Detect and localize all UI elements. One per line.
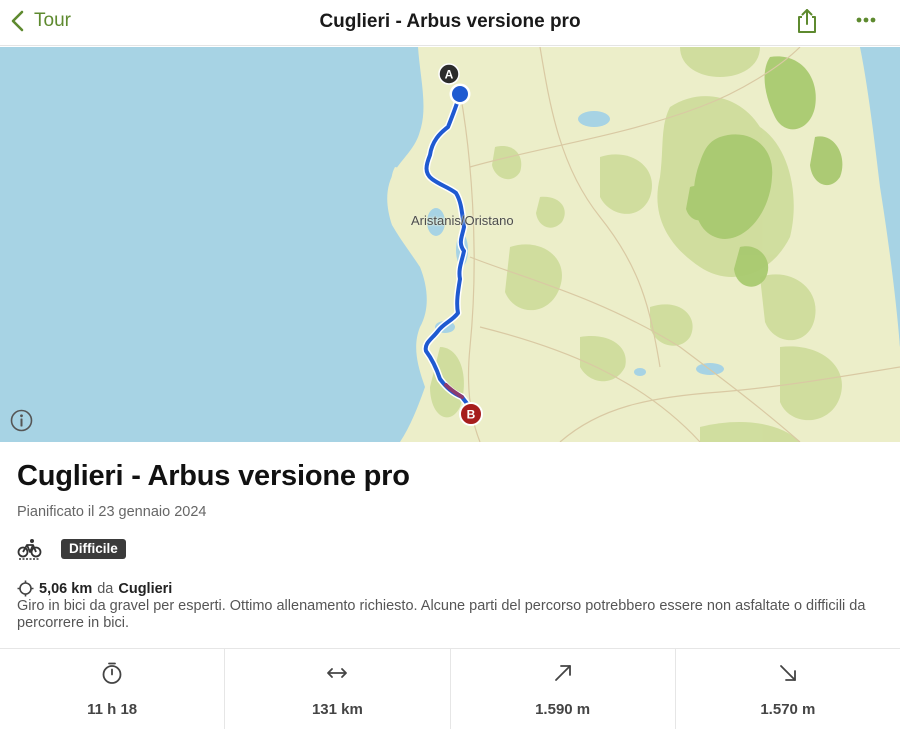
stat-ascent: 1.590 m: [451, 649, 676, 729]
stat-duration: 11 h 18: [0, 649, 226, 729]
arrow-down-right-icon: [779, 665, 796, 681]
route-description: Giro in bici da gravel per esperti. Otti…: [17, 598, 866, 631]
stat-distance: 131 km: [225, 649, 451, 729]
horizontal-arrows-icon: [327, 668, 348, 678]
navigation-bar: Tour Cuglieri - Arbus versione pro: [0, 0, 900, 46]
page-title: Cuglieri - Arbus versione pro: [319, 11, 581, 32]
planned-date: Pianificato il 23 gennaio 2024: [17, 504, 207, 520]
start-marker[interactable]: A: [438, 63, 474, 111]
distance-from-start: 5,06 km da Cuglieri: [17, 580, 172, 597]
stats-bar: 11 h 18 131 km 1.590 m 1.570 m: [0, 648, 900, 729]
distance-value: 5,06 km: [39, 580, 93, 597]
distance-place: Cuglieri: [118, 580, 173, 597]
route-map[interactable]: A B Aristanis/Oristano: [0, 47, 900, 442]
stopwatch-icon: [102, 662, 122, 684]
stat-duration-value: 11 h 18: [87, 701, 138, 718]
difficulty-badge: Difficile: [61, 539, 126, 559]
info-icon[interactable]: [10, 409, 33, 432]
stat-distance-value: 131 km: [311, 701, 363, 718]
location-crosshair-icon: [17, 580, 34, 597]
stat-ascent-value: 1.590 m: [535, 701, 591, 718]
end-marker[interactable]: B: [458, 401, 484, 427]
more-options-icon[interactable]: [850, 9, 882, 31]
route-title: Cuglieri - Arbus versione pro: [17, 460, 410, 492]
stat-descent-value: 1.570 m: [760, 701, 816, 718]
bicycle-icon: [17, 539, 42, 560]
arrow-up-right-icon: [554, 665, 571, 681]
end-marker-label: B: [467, 408, 476, 422]
distance-preposition: da: [97, 580, 114, 597]
stat-descent: 1.570 m: [676, 649, 900, 729]
start-marker-label: A: [445, 68, 454, 82]
share-icon[interactable]: [794, 7, 820, 35]
map-place-label: Aristanis/Oristano: [411, 213, 514, 228]
